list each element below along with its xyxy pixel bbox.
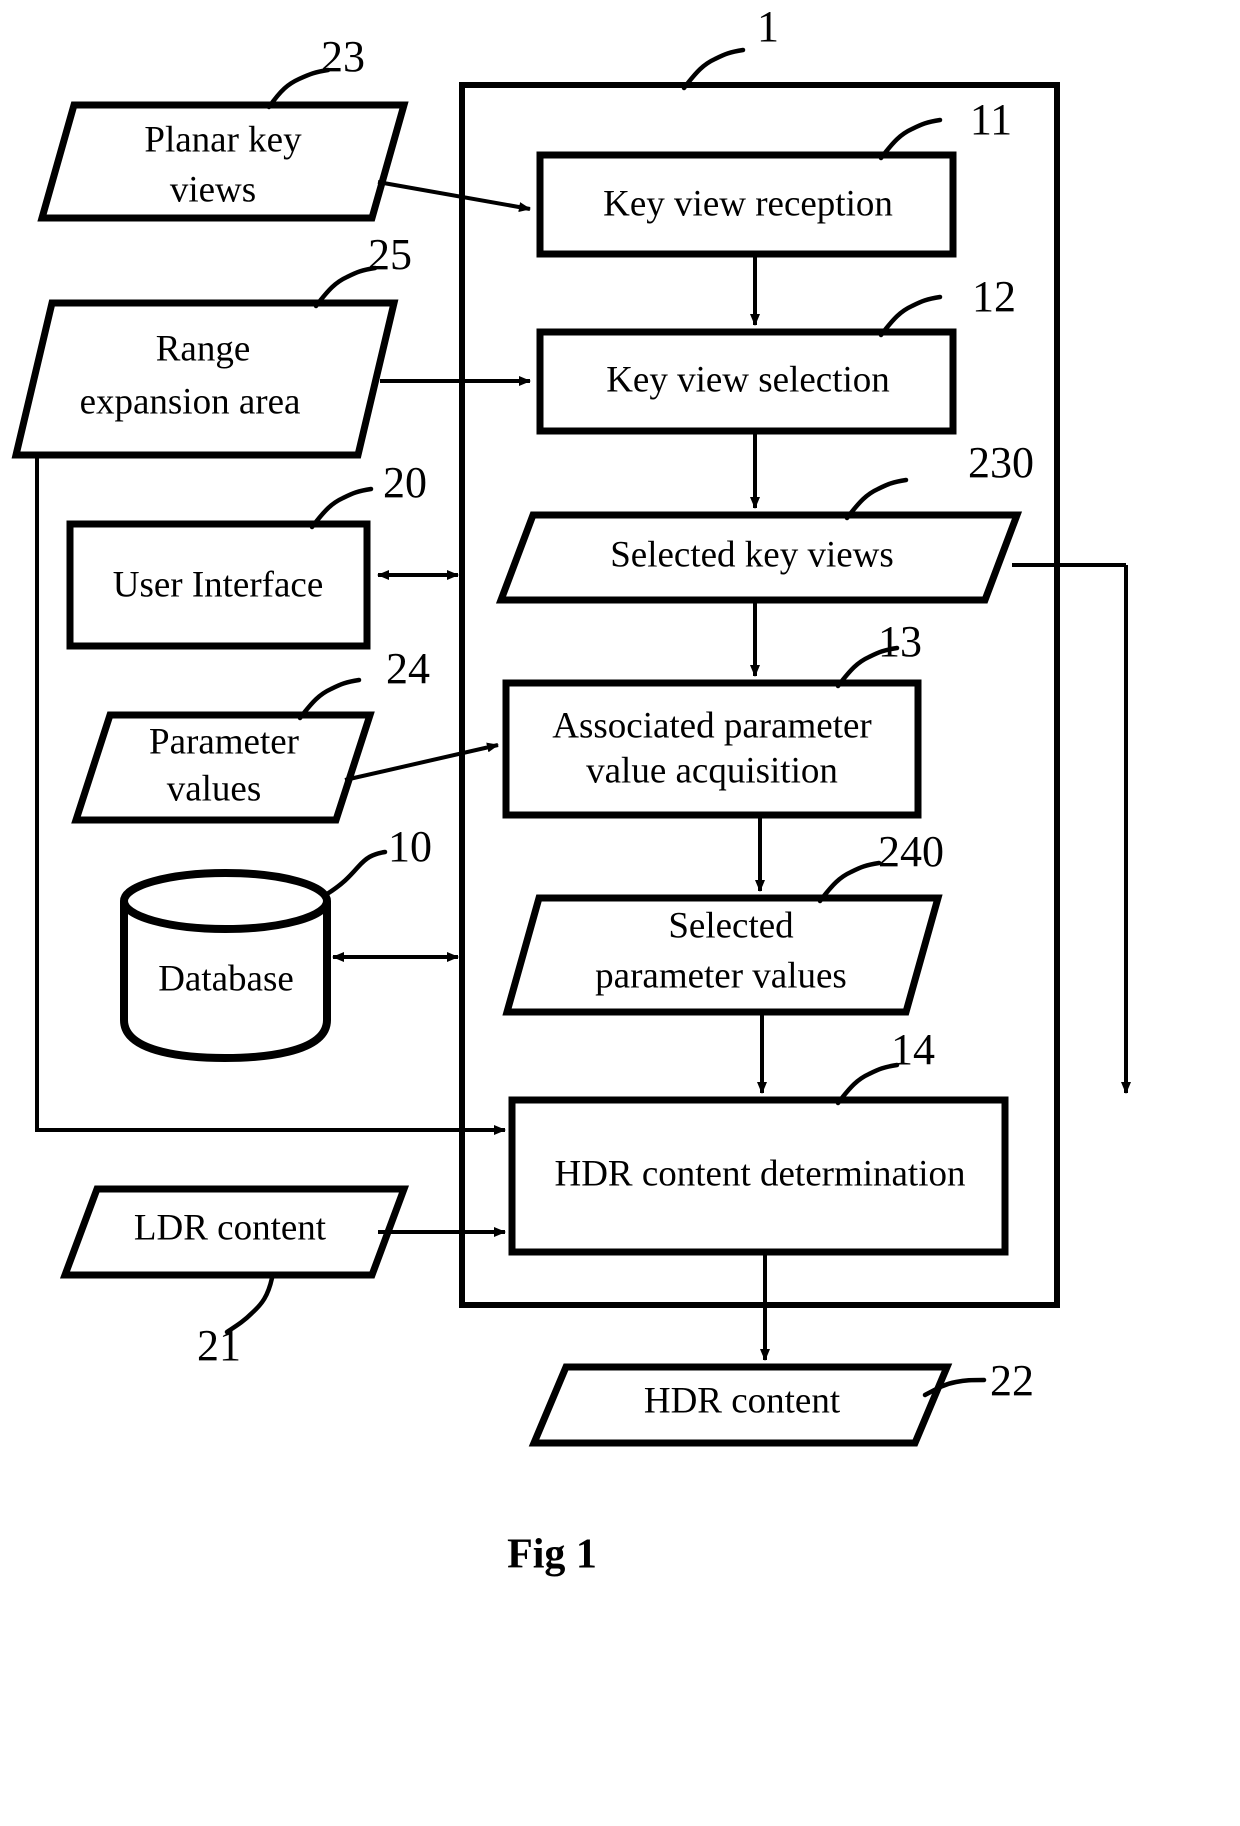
leader-line-23 (266, 67, 331, 110)
ref-number-24: 24 (386, 644, 430, 693)
hdr-content-label: HDR content (644, 1380, 841, 1421)
selected-key-views-label: Selected key views (610, 534, 894, 575)
ref-number-1: 1 (757, 2, 779, 51)
ref-number-23: 23 (321, 32, 365, 81)
ref-number-230: 230 (968, 438, 1034, 487)
key-view-selection-label: Key view selection (606, 359, 890, 400)
arrow-parameter-values-to-acquisition (344, 742, 499, 782)
associated-parameter-label-1: Associated parameter (552, 705, 872, 746)
range-expansion-label-1: Range (156, 328, 251, 369)
leader-line-10 (324, 849, 388, 897)
flowchart-canvas: Planar key views 23 Range expansion area… (11, 2, 1131, 1578)
parameter-values-label-2: values (167, 768, 262, 809)
figure-caption: Fig 1 (507, 1532, 597, 1578)
ref-number-21: 21 (197, 1321, 241, 1370)
arrow-planar-to-reception (377, 180, 531, 212)
database-label: Database (158, 958, 294, 999)
database-top-ellipse-icon (120, 869, 331, 933)
planar-key-views-label-1: Planar key (144, 119, 302, 160)
range-expansion-label-2: expansion area (80, 381, 301, 422)
ref-number-22: 22 (990, 1356, 1034, 1405)
ref-number-13: 13 (878, 617, 922, 666)
associated-parameter-label-2: value acquisition (586, 750, 838, 791)
ref-number-240: 240 (878, 827, 944, 876)
ref-number-20: 20 (383, 458, 427, 507)
selected-parameter-values-label-1: Selected (668, 905, 794, 946)
node-associated-parameter-value-acquisition (502, 679, 922, 819)
ref-number-12: 12 (972, 272, 1016, 321)
key-view-reception-label: Key view reception (603, 183, 893, 224)
node-range-expansion-area (11, 299, 399, 459)
selected-parameter-values-label-2: parameter values (595, 955, 847, 996)
ref-number-14: 14 (891, 1025, 935, 1074)
planar-key-views-label-2: views (170, 169, 256, 210)
ref-number-25: 25 (368, 230, 412, 279)
parameter-values-label-1: Parameter (149, 721, 299, 762)
ldr-content-label: LDR content (134, 1207, 327, 1248)
patent-figure-1: Planar key views 23 Range expansion area… (0, 0, 1240, 1826)
ref-number-10: 10 (388, 822, 432, 871)
hdr-content-determination-label: HDR content determination (554, 1153, 965, 1194)
user-interface-label: User Interface (113, 564, 324, 605)
ref-number-11: 11 (970, 95, 1012, 144)
